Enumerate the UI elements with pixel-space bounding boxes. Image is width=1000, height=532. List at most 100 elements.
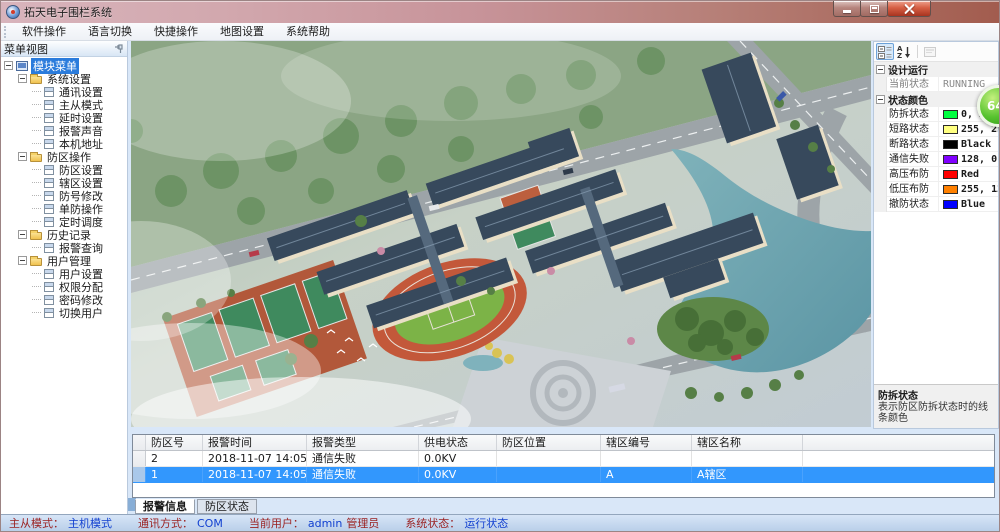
- property-category[interactable]: 设计运行: [874, 62, 998, 77]
- pin-icon[interactable]: [114, 44, 124, 54]
- row-header-cell: [133, 451, 146, 466]
- tree-connector: [32, 195, 41, 196]
- table-cell-filler: [803, 467, 994, 482]
- property-grid: 设计运行当前状态RUNNING状态颜色防拆状态0, 255, 64短路状态255…: [874, 62, 998, 212]
- table-cell: [601, 451, 692, 466]
- tree-connector: [32, 117, 41, 118]
- property-value: 255, 128, 0: [961, 184, 998, 195]
- close-icon: [904, 3, 915, 14]
- menu-item-0[interactable]: 软件操作: [11, 23, 77, 40]
- property-category-label: 状态颜色: [888, 92, 928, 107]
- tree-connector: [32, 312, 41, 313]
- tab-1[interactable]: 防区状态: [197, 499, 257, 514]
- property-row[interactable]: 高压布防Red: [874, 167, 998, 182]
- collapse-icon[interactable]: [18, 256, 27, 265]
- table-cell: 2018-11-07 14:05:42: [203, 467, 307, 482]
- column-header[interactable]: 防区位置: [497, 435, 601, 450]
- close-button[interactable]: [887, 1, 931, 17]
- column-header[interactable]: 报警时间: [203, 435, 307, 450]
- column-header[interactable]: 防区号: [146, 435, 203, 450]
- table-cell: 2018-11-07 14:05:42: [203, 451, 307, 466]
- column-header[interactable]: 辖区编号: [601, 435, 692, 450]
- form-icon: [44, 165, 54, 175]
- status-value: COM: [197, 517, 223, 530]
- computer-icon: [16, 61, 28, 71]
- tree-connector: [32, 91, 41, 92]
- row-header-cell: [133, 435, 146, 450]
- form-icon: [44, 217, 54, 227]
- campus-map[interactable]: [131, 41, 871, 427]
- property-description-text: 表示防区防拆状态时的线条颜色: [878, 402, 994, 424]
- column-header[interactable]: 报警类型: [307, 435, 419, 450]
- tree-item[interactable]: 切换用户: [1, 306, 127, 319]
- table-cell: 1: [146, 467, 203, 482]
- status-segment: 主从模式：主机模式: [9, 515, 112, 531]
- color-swatch: [943, 110, 958, 119]
- form-icon: [44, 87, 54, 97]
- property-name: 断路状态: [887, 137, 939, 151]
- tree-connector: [32, 247, 41, 248]
- title-bar[interactable]: 拓天电子围栏系统: [1, 1, 999, 23]
- collapse-icon[interactable]: [18, 230, 27, 239]
- window-title: 拓天电子围栏系统: [24, 4, 112, 20]
- menu-item-3[interactable]: 地图设置: [209, 23, 275, 40]
- property-toolbar: A Z: [874, 42, 998, 62]
- column-header[interactable]: 供电状态: [419, 435, 497, 450]
- form-icon: [44, 178, 54, 188]
- property-name: 通信失败: [887, 152, 939, 166]
- property-name: 防拆状态: [887, 107, 939, 121]
- tree-connector: [32, 130, 41, 131]
- tree-connector: [32, 208, 41, 209]
- menu-item-1[interactable]: 语言切换: [77, 23, 143, 40]
- property-name: 当前状态: [887, 77, 939, 91]
- collapse-icon[interactable]: [18, 152, 27, 161]
- property-name: 高压布防: [887, 167, 939, 181]
- property-row[interactable]: 通信失败128, 0, 255: [874, 152, 998, 167]
- collapse-icon[interactable]: [876, 65, 885, 74]
- color-swatch: [943, 185, 958, 194]
- tree-connector: [32, 286, 41, 287]
- minimize-button[interactable]: [833, 1, 861, 17]
- color-swatch: [943, 200, 958, 209]
- tree-connector: [32, 273, 41, 274]
- table-cell: [497, 451, 601, 466]
- app-icon: [6, 5, 20, 19]
- tree-panel-title: 菜单视图: [4, 41, 48, 57]
- menu-tree-panel: 菜单视图 模块菜单系统设置通讯设置主从模式延时设置报警声音本机地址防区操作防区设…: [1, 41, 128, 514]
- window-controls: [834, 1, 931, 17]
- restore-icon: [870, 5, 879, 13]
- property-value: Black: [961, 139, 998, 150]
- tree-connector: [32, 299, 41, 300]
- collapse-icon[interactable]: [18, 74, 27, 83]
- tab-0[interactable]: 报警信息: [135, 499, 195, 514]
- property-row[interactable]: 断路状态 Black: [874, 137, 998, 152]
- menu-item-4[interactable]: 系统帮助: [275, 23, 341, 40]
- table-row[interactable]: 22018-11-07 14:05:42通信失败0.0KV: [133, 451, 994, 467]
- property-row[interactable]: 当前状态RUNNING: [874, 77, 998, 92]
- alarm-panel: 防区号报警时间报警类型供电状态防区位置辖区编号辖区名称 22018-11-07 …: [128, 429, 999, 514]
- table-row[interactable]: 12018-11-07 14:05:42通信失败0.0KVAA辖区: [133, 467, 994, 483]
- tree-connector: [32, 169, 41, 170]
- status-segment: 通讯方式：COM: [138, 515, 223, 531]
- color-swatch: [943, 155, 958, 164]
- property-description-title: 防拆状态: [878, 387, 994, 402]
- minimize-icon: [843, 10, 851, 13]
- categorized-icon[interactable]: [876, 43, 894, 60]
- status-value: admin: [308, 517, 342, 530]
- collapse-icon[interactable]: [4, 61, 13, 70]
- alphabetical-sort-icon[interactable]: A Z: [895, 43, 913, 60]
- app-window: 拓天电子围栏系统 软件操作语言切换快捷操作地图设置系统帮助 菜单视图 模块菜单系…: [0, 0, 1000, 532]
- folder-icon: [30, 258, 42, 266]
- menu-item-2[interactable]: 快捷操作: [143, 23, 209, 40]
- column-header[interactable]: 辖区名称: [692, 435, 803, 450]
- property-row[interactable]: 低压布防 255, 128, 0: [874, 182, 998, 197]
- property-row[interactable]: 撤防状态Blue: [874, 197, 998, 212]
- module-tree: 模块菜单系统设置通讯设置主从模式延时设置报警声音本机地址防区操作防区设置辖区设置…: [1, 57, 127, 319]
- property-name: 低压布防: [887, 182, 939, 196]
- collapse-icon[interactable]: [876, 95, 885, 104]
- table-cell: A: [601, 467, 692, 482]
- tree-panel-header: 菜单视图: [1, 41, 127, 57]
- restore-button[interactable]: [860, 1, 888, 17]
- row-header-cell: [133, 467, 146, 482]
- property-row[interactable]: 短路状态255, 255, 128: [874, 122, 998, 137]
